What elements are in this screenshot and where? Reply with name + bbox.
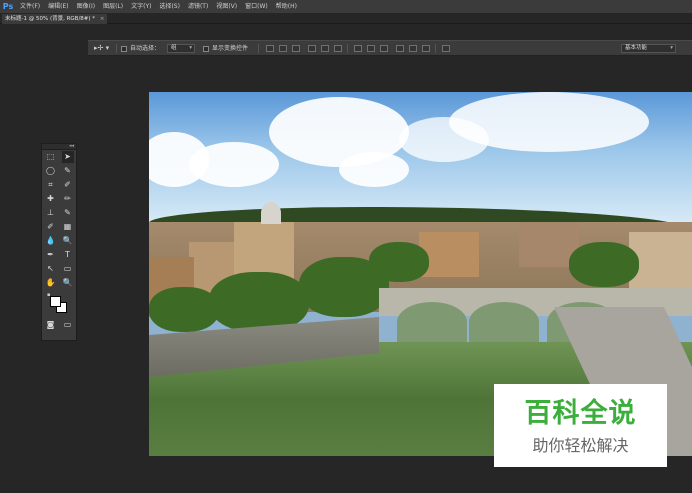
color-swatches: ▪ (42, 290, 76, 318)
watermark: 百科全说 助你轻松解决 (494, 384, 667, 467)
auto-select-value: 组 (171, 45, 177, 51)
show-transform-option[interactable]: 显示变换控件 (203, 41, 248, 56)
healing-brush-tool-icon[interactable]: ✚ (45, 193, 57, 205)
menu-file[interactable]: 文件(F) (16, 0, 44, 13)
dodge-tool-icon[interactable]: 🔍 (62, 235, 74, 247)
options-bar: ▸✢ ▾ 自动选择： 组 ▾ 显示变换控件 基本功能 ▾ (88, 40, 692, 56)
align-bottom-icon[interactable] (292, 45, 300, 52)
quick-mask-icon[interactable]: ◙ (45, 319, 57, 331)
marquee-tool-icon[interactable]: ⬚ (45, 151, 57, 163)
photo-bridge-arch (469, 302, 539, 342)
tool-row: ✚ ✏ (42, 192, 76, 206)
distribute-vertical-center-icon[interactable] (367, 45, 375, 52)
eraser-tool-icon[interactable]: ✐ (45, 221, 57, 233)
tool-row: ✒ T (42, 248, 76, 262)
auto-select-dropdown[interactable]: 组 ▾ (167, 44, 195, 53)
align-horizontal-center-icon[interactable] (321, 45, 329, 52)
document-tab-bar: 未标题-1 @ 50% (背景, RGB/8#) * × (0, 13, 692, 24)
foreground-color-swatch[interactable] (50, 296, 61, 307)
distribute-top-icon[interactable] (354, 45, 362, 52)
menu-view[interactable]: 视图(V) (212, 0, 241, 13)
tool-row: ◙ ▭ (42, 318, 76, 332)
menu-edit[interactable]: 编辑(E) (44, 0, 72, 13)
hand-tool-icon[interactable]: ✋ (45, 277, 57, 289)
photo-cloud (189, 142, 279, 187)
distribute-bottom-icon[interactable] (380, 45, 388, 52)
photo-cloud (449, 92, 649, 152)
distribute-right-icon[interactable] (422, 45, 430, 52)
crop-tool-icon[interactable]: ⌗ (45, 179, 57, 191)
align-vertical-center-icon[interactable] (279, 45, 287, 52)
document-tab[interactable]: 未标题-1 @ 50% (背景, RGB/8#) * × (2, 14, 108, 24)
move-tool-icon[interactable]: ➤ (61, 151, 74, 163)
menu-filter[interactable]: 滤镜(T) (184, 0, 212, 13)
tool-row: ⌗ ✐ (42, 178, 76, 192)
photo-trees (209, 272, 309, 332)
menu-window[interactable]: 窗口(W) (241, 0, 272, 13)
workspace-value: 基本功能 (625, 45, 648, 51)
watermark-subtitle: 助你轻松解决 (532, 436, 629, 455)
zoom-tool-icon[interactable]: 🔍 (62, 277, 74, 289)
tool-row: 💧 🔍 (42, 234, 76, 248)
menu-bar: Ps 文件(F) 编辑(E) 图像(I) 图层(L) 文字(Y) 选择(S) 滤… (0, 0, 692, 13)
tools-panel-header[interactable]: ◂◂ (42, 143, 76, 150)
workspace-dropdown[interactable]: 基本功能 ▾ (621, 44, 676, 53)
tools-panel: ◂◂ ⬚ ➤ ◯ ✎ ⌗ ✐ ✚ ✏ ⊥ ✎ ✐ ▦ 💧 🔍 ✒ T ↖ ▭ ✋… (41, 143, 77, 341)
tool-row: ⊥ ✎ (42, 206, 76, 220)
photo-trees (569, 242, 639, 287)
type-tool-icon[interactable]: T (62, 249, 74, 261)
tool-row: ◯ ✎ (42, 164, 76, 178)
auto-select-label: 自动选择： (130, 45, 161, 52)
photoshop-logo: Ps (2, 2, 14, 11)
menu-type[interactable]: 文字(Y) (127, 0, 155, 13)
options-separator (258, 44, 259, 53)
options-separator (347, 44, 348, 53)
clone-stamp-tool-icon[interactable]: ⊥ (45, 207, 57, 219)
auto-align-layers-icon[interactable] (442, 45, 450, 52)
screen-mode-icon[interactable]: ▭ (62, 319, 74, 331)
tool-row: ✐ ▦ (42, 220, 76, 234)
pen-tool-icon[interactable]: ✒ (45, 249, 57, 261)
document-tab-title: 未标题-1 @ 50% (背景, RGB/8#) * (5, 16, 96, 22)
photo-trees (369, 242, 429, 282)
lasso-tool-icon[interactable]: ◯ (45, 165, 57, 177)
move-tool-icon[interactable]: ▸✢ ▾ (94, 41, 109, 56)
auto-select-checkbox[interactable] (121, 45, 127, 52)
eyedropper-tool-icon[interactable]: ✐ (62, 179, 74, 191)
photo-cloud (339, 152, 409, 187)
close-icon[interactable]: × (100, 16, 105, 22)
align-left-icon[interactable] (308, 45, 316, 52)
tool-row: ↖ ▭ (42, 262, 76, 276)
menu-select[interactable]: 选择(S) (155, 0, 184, 13)
brush-tool-icon[interactable]: ✏ (62, 193, 74, 205)
gradient-tool-icon[interactable]: ▦ (62, 221, 74, 233)
options-separator (435, 44, 436, 53)
history-brush-tool-icon[interactable]: ✎ (62, 207, 74, 219)
collapse-icon[interactable]: ◂◂ (69, 143, 74, 149)
options-separator (116, 44, 117, 53)
show-transform-checkbox[interactable] (203, 45, 209, 52)
rectangle-tool-icon[interactable]: ▭ (62, 263, 74, 275)
auto-select-option[interactable]: 自动选择： (121, 41, 160, 56)
blur-tool-icon[interactable]: 💧 (45, 235, 57, 247)
photo-bridge-arch (397, 302, 467, 342)
tool-row: ✋ 🔍 (42, 276, 76, 290)
align-right-icon[interactable] (334, 45, 342, 52)
photo-dome (261, 202, 281, 224)
quick-selection-tool-icon[interactable]: ✎ (62, 165, 74, 177)
photo-trees (149, 287, 219, 332)
menu-layer[interactable]: 图层(L) (99, 0, 127, 13)
chevron-down-icon: ▾ (189, 45, 192, 51)
watermark-title: 百科全说 (524, 398, 637, 429)
menu-help[interactable]: 帮助(H) (272, 0, 301, 13)
tool-row: ⬚ ➤ (42, 150, 76, 164)
menu-image[interactable]: 图像(I) (73, 0, 99, 13)
chevron-down-icon: ▾ (670, 45, 673, 51)
distribute-horizontal-center-icon[interactable] (409, 45, 417, 52)
align-top-icon[interactable] (266, 45, 274, 52)
show-transform-label: 显示变换控件 (212, 45, 249, 52)
distribute-left-icon[interactable] (396, 45, 404, 52)
path-selection-tool-icon[interactable]: ↖ (45, 263, 57, 275)
